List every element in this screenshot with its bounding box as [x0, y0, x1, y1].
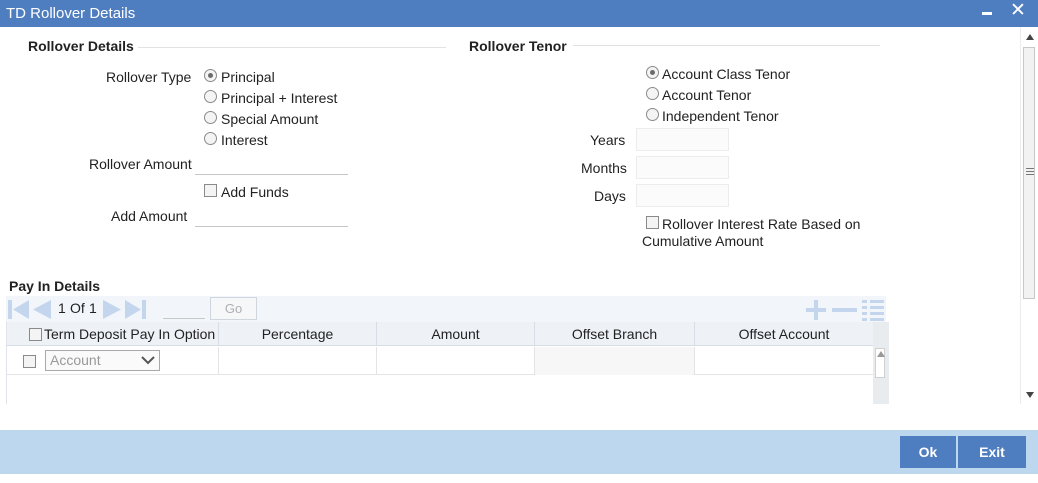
scroll-up-icon[interactable]	[1026, 34, 1034, 40]
main-content: Rollover Details Rollover Type Principal…	[0, 27, 1020, 404]
radio-principal-interest-label: Principal + Interest	[221, 90, 338, 106]
pay-in-grid: Term Deposit Pay In Option Percentage Am…	[6, 322, 889, 404]
add-funds-checkbox[interactable]	[204, 184, 217, 197]
table-row: Account	[7, 347, 873, 375]
rollover-tenor-title: Rollover Tenor	[469, 38, 567, 54]
select-all-checkbox[interactable]	[29, 328, 42, 341]
radio-principal-interest[interactable]	[204, 90, 217, 103]
radio-account-class-tenor-label: Account Class Tenor	[662, 66, 791, 82]
column-header-amount: Amount	[377, 322, 535, 346]
rollover-amount-label: Rollover Amount	[89, 156, 192, 172]
days-input[interactable]	[636, 184, 729, 207]
page-number-input[interactable]	[163, 298, 205, 319]
rollover-details-title: Rollover Details	[28, 38, 134, 54]
radio-account-class-tenor[interactable]	[646, 66, 659, 79]
pay-in-details-title: Pay In Details	[9, 278, 101, 294]
column-header-option-label: Term Deposit Pay In Option	[44, 326, 216, 342]
first-page-icon[interactable]	[8, 300, 30, 319]
pager-total-pages: 1	[89, 300, 97, 316]
radio-account-tenor-label: Account Tenor	[662, 87, 752, 103]
radio-account-tenor[interactable]	[646, 87, 659, 100]
months-input[interactable]	[636, 156, 729, 179]
months-label: Months	[581, 160, 627, 176]
row-select-checkbox[interactable]	[23, 355, 36, 368]
cell-offset-branch[interactable]	[535, 347, 695, 375]
radio-special-amount[interactable]	[204, 111, 217, 124]
scroll-up-icon[interactable]	[877, 351, 885, 357]
column-header-option: Term Deposit Pay In Option	[7, 322, 219, 346]
last-page-icon[interactable]	[125, 300, 147, 319]
cell-amount[interactable]	[377, 347, 535, 375]
radio-principal-label: Principal	[221, 69, 275, 85]
pay-in-option-value: Account	[50, 352, 101, 368]
rollover-amount-input[interactable]	[195, 151, 348, 175]
radio-independent-tenor-label: Independent Tenor	[662, 108, 779, 124]
scroll-down-icon[interactable]	[1026, 392, 1034, 398]
interest-rate-cumulative-checkbox[interactable]	[646, 216, 659, 229]
title-bar: TD Rollover Details ✕	[0, 0, 1038, 27]
section-divider	[573, 45, 880, 46]
chevron-down-icon	[141, 356, 155, 365]
cell-percentage[interactable]	[219, 347, 377, 375]
pay-in-toolbar: 1 Of 1 Go	[6, 296, 886, 322]
add-row-icon[interactable]	[804, 299, 828, 321]
next-page-icon[interactable]	[102, 300, 122, 319]
scrollbar-thumb[interactable]	[1023, 47, 1035, 299]
section-divider	[138, 47, 446, 48]
footer-bar: Ok Exit	[0, 430, 1038, 474]
pay-in-option-select[interactable]: Account	[45, 350, 160, 371]
add-funds-label: Add Funds	[221, 184, 289, 200]
vertical-scrollbar[interactable]	[1020, 27, 1038, 404]
column-header-percentage: Percentage	[219, 322, 377, 346]
pager-of-label: Of	[70, 300, 85, 316]
radio-independent-tenor[interactable]	[646, 108, 659, 121]
grid-header: Term Deposit Pay In Option Percentage Am…	[7, 322, 873, 346]
radio-interest[interactable]	[204, 132, 217, 145]
delete-row-icon[interactable]	[831, 299, 858, 321]
radio-special-amount-label: Special Amount	[221, 111, 319, 127]
pager-current-page: 1	[58, 300, 66, 316]
go-button[interactable]: Go	[210, 297, 257, 320]
grid-scrollbar[interactable]	[873, 322, 889, 404]
rollover-type-label: Rollover Type	[106, 69, 192, 85]
column-header-offset-account: Offset Account	[738, 326, 830, 342]
radio-principal[interactable]	[204, 69, 217, 82]
grip-icon	[1026, 168, 1034, 175]
window-title: TD Rollover Details	[6, 5, 136, 22]
interest-rate-cumulative-label-line2: Cumulative Amount	[642, 233, 764, 249]
close-icon[interactable]: ✕	[1009, 1, 1027, 21]
minimize-icon[interactable]	[982, 12, 992, 15]
radio-interest-label: Interest	[221, 132, 268, 148]
add-amount-label: Add Amount	[111, 208, 188, 224]
years-label: Years	[590, 132, 626, 148]
add-amount-input[interactable]	[195, 203, 348, 227]
ok-button[interactable]: Ok	[900, 436, 956, 468]
cell-offset-account[interactable]	[695, 347, 873, 375]
days-label: Days	[594, 188, 626, 204]
previous-page-icon[interactable]	[32, 300, 52, 319]
single-view-icon[interactable]	[861, 299, 885, 321]
cell-option: Account	[7, 347, 219, 375]
interest-rate-cumulative-label-line1: Rollover Interest Rate Based on	[662, 216, 861, 232]
years-input[interactable]	[636, 128, 729, 151]
exit-button[interactable]: Exit	[958, 436, 1026, 468]
column-header-offset-branch: Offset Branch	[535, 322, 695, 346]
